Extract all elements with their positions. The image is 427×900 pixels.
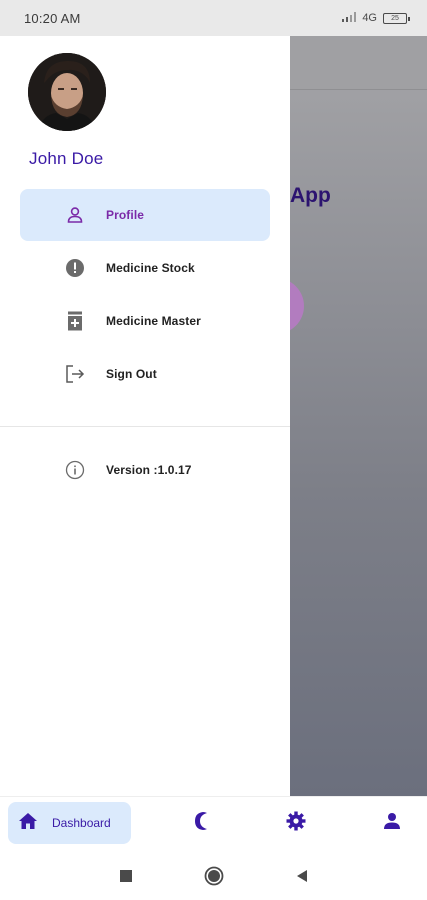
version-label: Version :1.0.17	[106, 463, 192, 477]
menu-label-medicine-master: Medicine Master	[106, 314, 201, 328]
version-row: Version :1.0.17	[20, 444, 270, 496]
menu-item-sign-out[interactable]: Sign Out	[20, 348, 270, 400]
battery-level: 25	[391, 14, 399, 22]
signal-icon	[342, 11, 357, 25]
menu-label-sign-out: Sign Out	[106, 367, 157, 381]
recents-button[interactable]	[116, 866, 136, 886]
status-bar: 10:20 AM 4G 25	[0, 0, 427, 36]
status-time: 10:20 AM	[24, 10, 81, 26]
gear-icon	[286, 811, 306, 836]
moon-icon	[191, 811, 209, 836]
background-app-title: App	[290, 184, 331, 207]
home-icon	[18, 812, 38, 835]
user-name: John Doe	[29, 149, 104, 168]
menu-item-medicine-stock[interactable]: Medicine Stock	[20, 242, 270, 294]
medicine-box-icon	[64, 310, 86, 332]
system-navigation-bar	[0, 850, 427, 900]
menu-item-medicine-master[interactable]: Medicine Master	[20, 295, 270, 347]
status-indicators: 4G 25	[342, 11, 410, 25]
nav-settings[interactable]	[282, 802, 310, 844]
home-button[interactable]	[204, 866, 224, 886]
nav-account[interactable]	[378, 802, 406, 844]
drawer-divider	[0, 426, 290, 427]
navigation-drawer: John Doe Profile Medicine Stock Medicine…	[0, 36, 290, 796]
alert-circle-icon	[64, 257, 86, 279]
avatar[interactable]	[28, 53, 106, 131]
nav-theme[interactable]	[186, 802, 214, 844]
nav-dashboard-label: Dashboard	[52, 816, 111, 830]
bottom-navigation: Dashboard	[0, 796, 427, 850]
menu-label-profile: Profile	[106, 208, 145, 222]
menu-label-medicine-stock: Medicine Stock	[106, 261, 195, 275]
logout-icon	[64, 363, 86, 385]
back-button[interactable]	[292, 866, 312, 886]
person-icon	[383, 812, 401, 835]
network-type: 4G	[362, 12, 377, 24]
battery-icon: 25	[383, 12, 410, 24]
menu-item-profile[interactable]: Profile	[20, 189, 270, 241]
info-icon	[64, 459, 86, 481]
person-outline-icon	[64, 204, 86, 226]
nav-dashboard[interactable]: Dashboard	[8, 802, 131, 844]
